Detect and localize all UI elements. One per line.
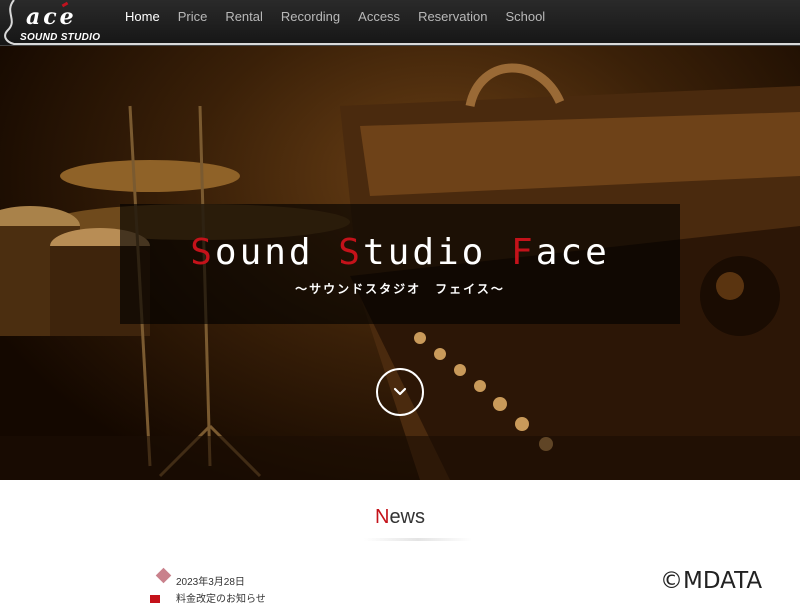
- nav-school[interactable]: School: [496, 9, 554, 24]
- title-initial-2: S: [338, 232, 363, 273]
- news-divider: [364, 538, 472, 541]
- news-date: 2023年3月28日: [176, 577, 245, 588]
- diamond-bullet-icon: [155, 567, 172, 584]
- nav-recording[interactable]: Recording: [272, 9, 349, 24]
- news-heading-initial: N: [374, 506, 390, 528]
- hero-title: Sound Studio Face: [120, 232, 680, 273]
- logo-subtext: SOUND STUDIO: [20, 32, 101, 43]
- title-initial-1: S: [190, 232, 215, 273]
- chevron-down-icon: [393, 387, 407, 396]
- title-word-2: tudio: [362, 232, 487, 273]
- nav-rental[interactable]: Rental: [216, 9, 272, 24]
- top-navbar: ace SOUND STUDIO Home Price Rental Recor…: [0, 0, 800, 46]
- logo-text: ace: [26, 4, 77, 30]
- nav-access[interactable]: Access: [349, 9, 409, 24]
- news-link[interactable]: 料金改定のお知らせ: [176, 590, 266, 605]
- nav-price[interactable]: Price: [169, 9, 217, 24]
- main-nav: Home Price Rental Recording Access Reser…: [116, 0, 554, 32]
- flag-icon: [150, 595, 160, 603]
- news-heading-rest: ews: [389, 506, 426, 528]
- nav-reservation[interactable]: Reservation: [409, 9, 496, 24]
- hero-subtitle: ～サウンドスタジオ フェイス～: [295, 282, 505, 296]
- hero-section: Sound Studio Face ～サウンドスタジオ フェイス～: [0, 46, 800, 480]
- nav-home[interactable]: Home: [116, 9, 169, 24]
- hero-title-box: Sound Studio Face ～サウンドスタジオ フェイス～: [120, 204, 680, 324]
- scroll-down-button[interactable]: [376, 368, 424, 416]
- title-initial-3: F: [511, 232, 536, 273]
- news-heading: News: [0, 506, 800, 529]
- title-word-1: ound: [214, 232, 314, 273]
- site-logo[interactable]: ace SOUND STUDIO: [0, 0, 110, 46]
- copyright-watermark: ©MDATA: [640, 566, 800, 600]
- title-word-3: ace: [535, 232, 610, 273]
